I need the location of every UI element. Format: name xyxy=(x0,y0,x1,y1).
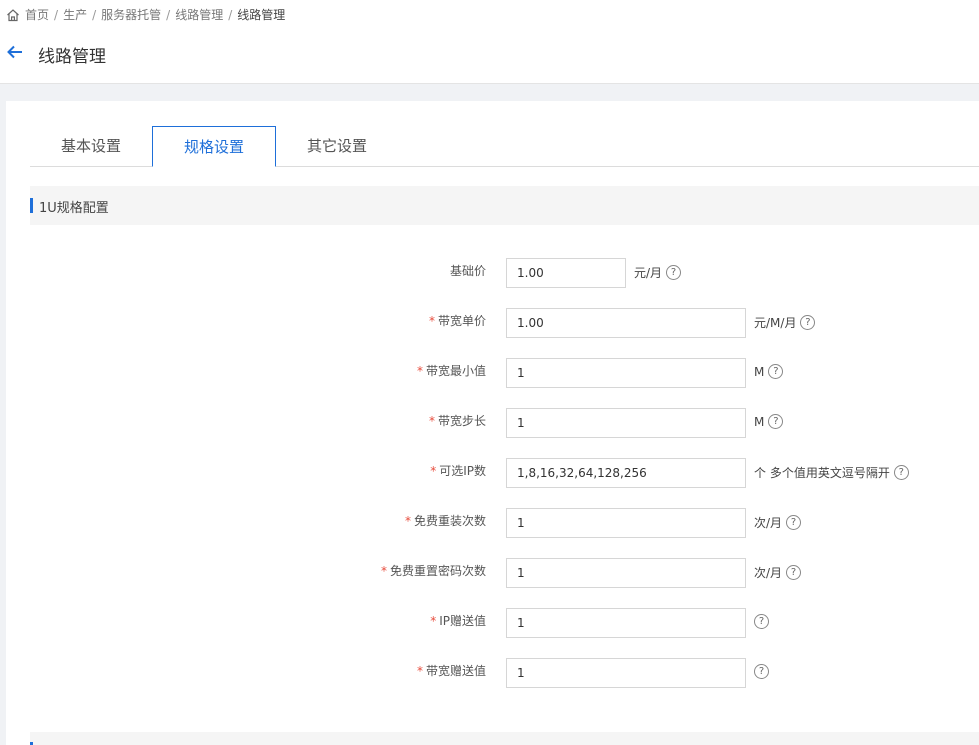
field-unit: ? xyxy=(754,664,769,679)
required-mark: * xyxy=(428,414,435,428)
field-unit: ? xyxy=(754,614,769,629)
breadcrumb-item-production[interactable]: 生产 xyxy=(63,6,87,23)
field-unit: M? xyxy=(754,414,784,429)
section-header: 1U规格配置 xyxy=(30,186,979,225)
tab-other-settings[interactable]: 其它设置 xyxy=(300,126,374,166)
tab-spec-settings[interactable]: 规格设置 xyxy=(152,126,276,167)
field-label: * 可选IP数 xyxy=(430,464,486,478)
required-mark: * xyxy=(404,514,411,528)
settings-card: 基本设置 规格设置 其它设置 1U规格配置 基础价 元/月? *带宽单价 元/M… xyxy=(6,101,979,745)
help-icon[interactable]: ? xyxy=(786,515,802,530)
field-unit: 元/月? xyxy=(634,264,682,281)
help-icon[interactable]: ? xyxy=(786,565,802,580)
tab-basic-settings[interactable]: 基本设置 xyxy=(53,126,129,166)
breadcrumb-separator: / xyxy=(92,7,97,22)
help-icon[interactable]: ? xyxy=(800,315,816,330)
required-mark: * xyxy=(430,614,437,628)
field-unit: 次/月? xyxy=(754,564,802,581)
tab-bar: 基本设置 规格设置 其它设置 xyxy=(30,126,979,167)
required-mark: * xyxy=(416,364,423,378)
field-unit: 次/月? xyxy=(754,514,802,531)
bandwidth-unit-price-input[interactable] xyxy=(506,308,746,338)
field-label: * 带宽步长 xyxy=(428,414,486,428)
page-title: 线路管理 xyxy=(38,47,106,67)
field-unit: 元/M/月? xyxy=(754,314,816,331)
free-password-reset-input[interactable] xyxy=(506,558,746,588)
required-mark: * xyxy=(430,464,437,478)
breadcrumb-item-home[interactable]: 首页 xyxy=(25,6,49,23)
breadcrumb-item-server-hosting[interactable]: 服务器托管 xyxy=(101,6,161,23)
help-icon[interactable]: ? xyxy=(666,265,682,280)
required-mark: * xyxy=(416,664,423,678)
field-unit: 个 多个值用英文逗号隔开? xyxy=(754,464,909,481)
base-price-input[interactable] xyxy=(506,258,626,288)
breadcrumb-current: 线路管理 xyxy=(237,8,286,22)
ip-gift-input[interactable] xyxy=(506,608,746,638)
field-label: 基础价 xyxy=(449,264,486,278)
help-icon[interactable]: ? xyxy=(768,364,784,379)
help-icon[interactable]: ? xyxy=(768,414,784,429)
back-arrow-icon[interactable] xyxy=(6,43,24,61)
next-section-header xyxy=(30,732,979,745)
field-label: * 带宽最小值 xyxy=(416,364,486,378)
free-reinstall-input[interactable] xyxy=(506,508,746,538)
breadcrumb-item-line-management[interactable]: 线路管理 xyxy=(175,6,223,23)
section-accent-bar xyxy=(30,198,33,213)
field-label: * 带宽赠送值 xyxy=(416,664,486,678)
ip-options-input[interactable] xyxy=(506,458,746,488)
bandwidth-step-input[interactable] xyxy=(506,408,746,438)
field-label: * 免费重置密码次数 xyxy=(380,564,486,578)
bandwidth-gift-input[interactable] xyxy=(506,658,746,688)
help-icon[interactable]: ? xyxy=(893,465,909,480)
top-header: 首页 / 生产 / 服务器托管 / 线路管理 / 线路管理 线路管理 xyxy=(0,0,979,84)
bandwidth-min-input[interactable] xyxy=(506,358,746,388)
field-unit: M? xyxy=(754,364,784,379)
breadcrumb-separator: / xyxy=(166,7,171,22)
home-icon[interactable] xyxy=(6,8,20,22)
field-label: * IP赠送值 xyxy=(430,614,486,628)
required-mark: * xyxy=(380,564,387,578)
breadcrumb-separator: / xyxy=(228,7,233,22)
help-icon[interactable]: ? xyxy=(754,614,769,629)
breadcrumb: 首页 / 生产 / 服务器托管 / 线路管理 / 线路管理 xyxy=(6,6,285,23)
help-icon[interactable]: ? xyxy=(754,664,769,679)
field-label: * 免费重装次数 xyxy=(404,514,486,528)
field-label: * 带宽单价 xyxy=(428,314,486,328)
required-mark: * xyxy=(428,314,435,328)
section-title: 1U规格配置 xyxy=(39,201,109,216)
breadcrumb-separator: / xyxy=(54,7,59,22)
